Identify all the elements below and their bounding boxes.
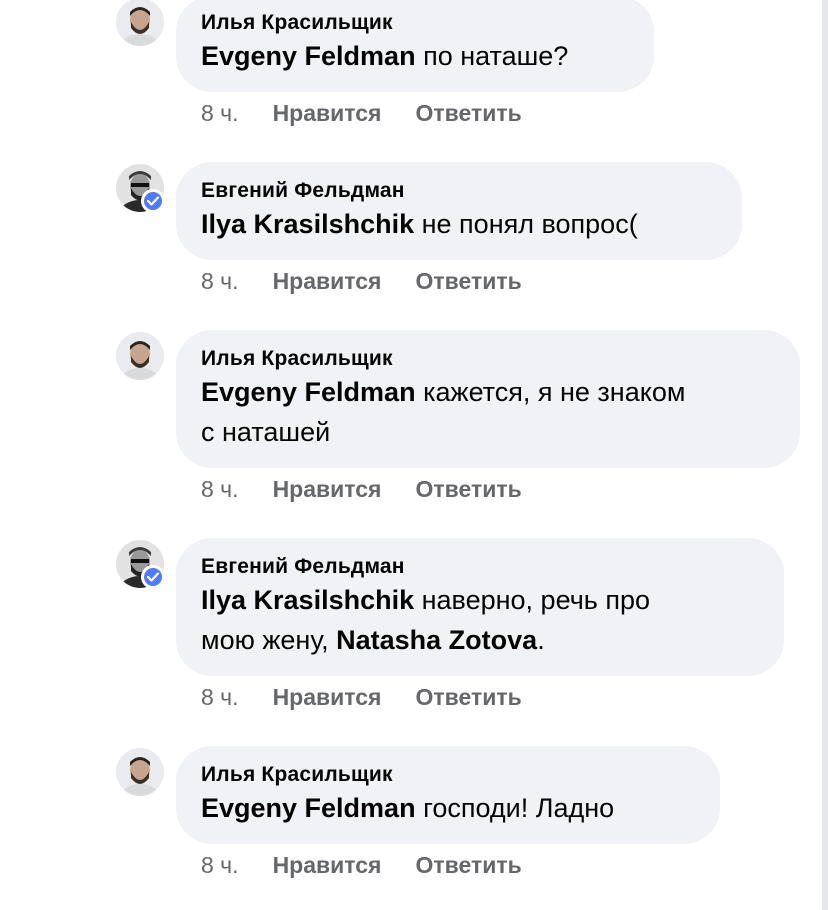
comment-body: по наташе?: [415, 41, 569, 71]
reply-button[interactable]: Ответить: [415, 851, 521, 879]
like-button[interactable]: Нравится: [273, 851, 382, 879]
comment-timestamp[interactable]: 8 ч.: [201, 851, 239, 879]
comment-bubble: Евгений Фельдман Ilya Krasilshchik не по…: [176, 162, 742, 260]
comment-author[interactable]: Илья Красильщик: [201, 762, 694, 788]
avatar[interactable]: [116, 332, 164, 380]
comment-body: господи! Ладно: [415, 793, 615, 823]
comment-author[interactable]: Илья Красильщик: [201, 10, 628, 36]
comment-text: Evgeny Feldman господи! Ладно: [201, 788, 694, 828]
comment-actions: 8 ч. Нравится Ответить: [201, 683, 556, 711]
comment-timestamp[interactable]: 8 ч.: [201, 99, 239, 127]
comment-text: Ilya Krasilshchik не понял вопрос(: [201, 204, 716, 244]
comment-text-line2: с наташей: [201, 417, 331, 447]
verified-badge-icon: [141, 565, 165, 589]
comment-actions: 8 ч. Нравится Ответить: [201, 851, 556, 879]
comment-bubble: Евгений Фельдман Ilya Krasilshchik навер…: [176, 538, 784, 676]
comment-body: наверно, речь про: [414, 585, 650, 615]
reply-button[interactable]: Ответить: [415, 475, 521, 503]
avatar-man-bearded-icon: [116, 332, 164, 380]
comment-author[interactable]: Евгений Фельдман: [201, 554, 758, 580]
avatar-man-bearded-icon: [116, 0, 164, 46]
like-button[interactable]: Нравится: [273, 683, 382, 711]
comment-body: мою жену,: [201, 625, 337, 655]
like-button[interactable]: Нравится: [273, 267, 382, 295]
comment-timestamp[interactable]: 8 ч.: [201, 267, 239, 295]
avatar[interactable]: [116, 540, 165, 589]
avatar[interactable]: [116, 748, 164, 796]
comment-actions: 8 ч. Нравится Ответить: [201, 267, 556, 295]
mention-link[interactable]: Evgeny Feldman: [201, 41, 416, 71]
comment-text: Ilya Krasilshchik наверно, речь про: [201, 580, 758, 620]
comment-text-line2: мою жену, Natasha Zotova.: [201, 620, 758, 660]
comment-bubble: Илья Красильщик Evgeny Feldman по наташе…: [176, 0, 654, 92]
checkmark-icon: [147, 196, 159, 206]
like-button[interactable]: Нравится: [273, 99, 382, 127]
avatar[interactable]: [116, 0, 164, 46]
comment-timestamp[interactable]: 8 ч.: [201, 683, 239, 711]
like-button[interactable]: Нравится: [273, 475, 382, 503]
mention-link[interactable]: Natasha Zotova: [336, 625, 537, 655]
verified-badge-icon: [141, 189, 165, 213]
reply-button[interactable]: Ответить: [415, 267, 521, 295]
comment-body: не понял вопрос(: [414, 209, 638, 239]
comment-text: Evgeny Feldman по наташе?: [201, 36, 628, 76]
checkmark-icon: [147, 572, 159, 582]
comment-bubble: Илья Красильщик Evgeny Feldman кажется, …: [176, 330, 800, 468]
comment-text: Evgeny Feldman кажется, я не знаком: [201, 372, 774, 412]
avatar[interactable]: [116, 164, 165, 213]
scrollbar-track[interactable]: [822, 0, 828, 910]
comment-body: .: [537, 625, 545, 655]
mention-link[interactable]: Ilya Krasilshchik: [201, 209, 414, 239]
mention-link[interactable]: Ilya Krasilshchik: [201, 585, 414, 615]
mention-link[interactable]: Evgeny Feldman: [201, 793, 416, 823]
avatar-man-bearded-icon: [116, 748, 164, 796]
comment-body: кажется, я не знаком: [415, 377, 686, 407]
comment-author[interactable]: Евгений Фельдман: [201, 178, 716, 204]
reply-button[interactable]: Ответить: [415, 683, 521, 711]
reply-button[interactable]: Ответить: [415, 99, 521, 127]
comment-actions: 8 ч. Нравится Ответить: [201, 99, 556, 127]
comment-author[interactable]: Илья Красильщик: [201, 346, 774, 372]
mention-link[interactable]: Evgeny Feldman: [201, 377, 416, 407]
comment-timestamp[interactable]: 8 ч.: [201, 475, 239, 503]
comment-actions: 8 ч. Нравится Ответить: [201, 475, 556, 503]
comment-bubble: Илья Красильщик Evgeny Feldman господи! …: [176, 746, 720, 844]
